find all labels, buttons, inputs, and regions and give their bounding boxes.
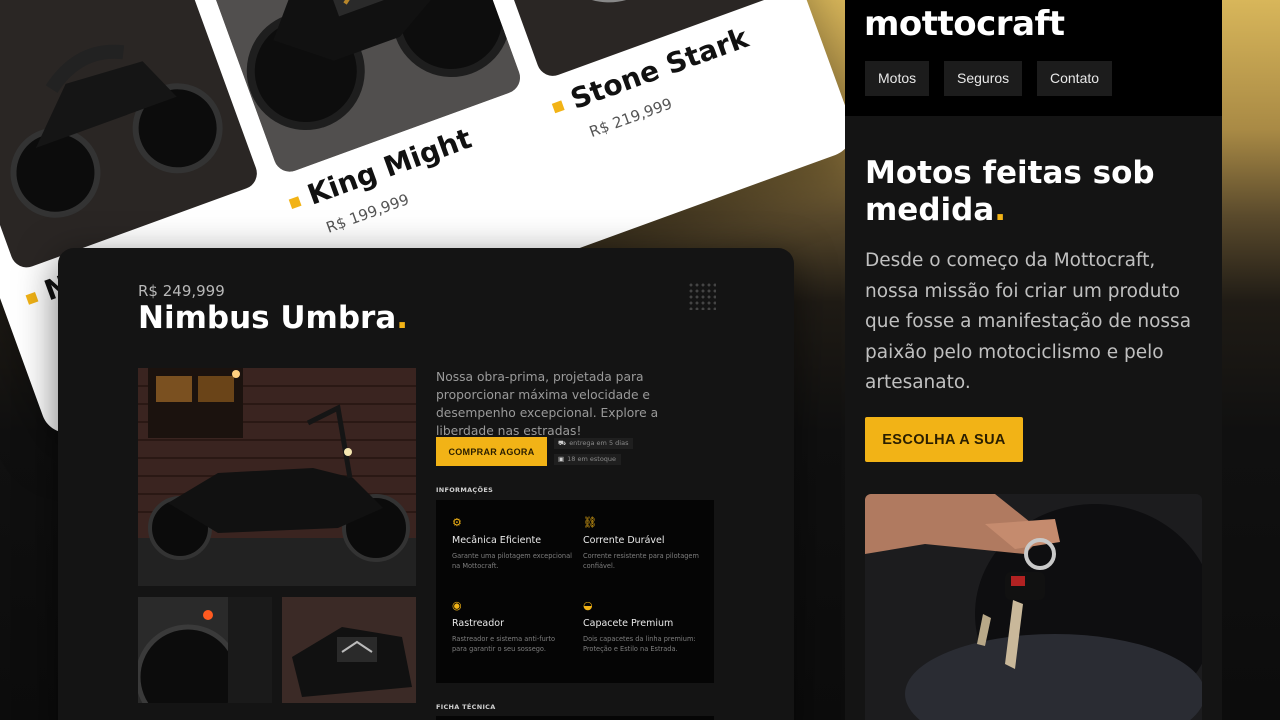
feature-description: Rastreador e sistema anti-furto para gar… <box>452 635 556 653</box>
hero-headline: Motos feitas sob medida. <box>865 155 1155 228</box>
product-title: Nimbus Umbra. <box>138 300 409 336</box>
feature-description: Garante uma pilotagem excepcional na Mot… <box>452 552 572 570</box>
tracker-icon: ◉ <box>452 599 462 612</box>
buy-now-button[interactable]: COMPRAR AGORA <box>436 437 547 466</box>
spec-section-label: FICHA TÉCNICA <box>436 703 496 711</box>
delivery-badge: ⛟ entrega em 5 dias <box>554 438 634 449</box>
product-price: R$ 249,999 <box>138 282 225 300</box>
feature-item: ⚙ Mecânica Eficiente Garante uma pilotag… <box>452 517 572 571</box>
helmet-icon: ◒ <box>583 599 593 612</box>
dot-pattern-icon <box>688 282 716 310</box>
choose-yours-button[interactable]: ESCOLHA A SUA <box>865 417 1023 462</box>
box-icon: ▣ <box>558 455 565 463</box>
feature-title: Corrente Durável <box>583 535 665 546</box>
product-main-image[interactable] <box>138 368 416 586</box>
product-thumbnail[interactable] <box>138 597 272 703</box>
product-description: Nossa obra-prima, projetada para proporc… <box>436 370 659 438</box>
truck-icon: ⛟ <box>558 439 567 447</box>
gears-icon: ⚙ <box>452 516 462 529</box>
feature-item: ⛓ Corrente Durável Corrente resistente p… <box>583 517 703 571</box>
hero-text: Desde o começo da Mottocraft, nossa miss… <box>865 250 1192 393</box>
product-detail-panel: R$ 249,999 Nimbus Umbra. Nossa obra-prim… <box>58 248 794 720</box>
feature-item: ◉ Rastreador Rastreador e sistema anti-f… <box>452 600 572 654</box>
nav-motos[interactable]: Motos <box>865 61 930 96</box>
feature-title: Rastreador <box>452 618 504 629</box>
nav-contato[interactable]: Contato <box>1037 61 1113 96</box>
product-thumbnail[interactable] <box>282 597 416 703</box>
spec-box <box>436 716 714 720</box>
stock-badge: ▣ 18 em estoque <box>554 454 622 465</box>
features-box: ⚙ Mecânica Eficiente Garante uma pilotag… <box>436 500 714 683</box>
info-section-label: INFORMAÇÕES <box>436 486 494 494</box>
feature-item: ◒ Capacete Premium Dois capacetes da lin… <box>583 600 703 654</box>
feature-title: Mecânica Eficiente <box>452 535 542 546</box>
chain-icon: ⛓ <box>583 516 597 529</box>
feature-description: Dois capacetes da linha premium: Proteçã… <box>583 635 696 653</box>
motorcycle-image <box>10 44 223 218</box>
nav-seguros[interactable]: Seguros <box>944 61 1023 96</box>
feature-description: Corrente resistente para pilotagem confi… <box>583 552 699 570</box>
product-photo <box>0 0 262 272</box>
mobile-header: mottocraft Motos Seguros Contato <box>845 0 1222 116</box>
brand-logo[interactable]: mottocraft <box>864 4 1065 44</box>
feature-title: Capacete Premium <box>583 618 674 629</box>
hero-photo <box>865 494 1202 720</box>
mobile-homepage: mottocraft Motos Seguros Contato Motos f… <box>845 0 1222 720</box>
